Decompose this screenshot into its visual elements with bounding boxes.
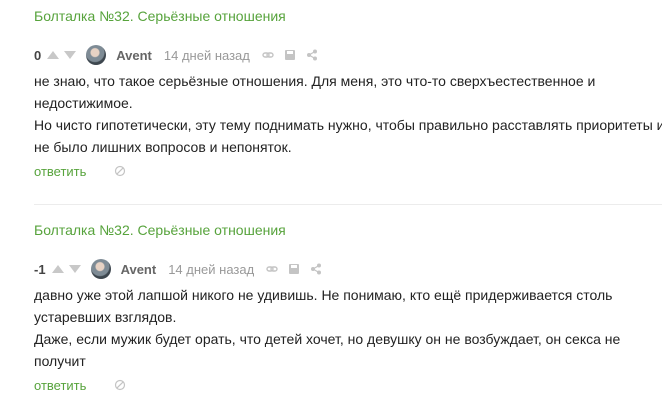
hide-icon[interactable]: [114, 379, 126, 391]
author-name[interactable]: Avent: [121, 262, 157, 277]
avatar[interactable]: [90, 259, 111, 279]
post-title-link[interactable]: Болталка №32. Серьёзные отношения: [34, 222, 286, 238]
author-name[interactable]: Avent: [116, 48, 152, 63]
arrow-up-icon[interactable]: [51, 265, 64, 273]
comment-divider: [34, 204, 662, 205]
comment-line: Но чисто гипотетически, эту тему поднима…: [34, 117, 662, 133]
comment-body: давно уже этой лапшой никого не удивишь.…: [34, 284, 662, 372]
share-icon[interactable]: [310, 263, 322, 275]
reply-button[interactable]: ответить: [34, 164, 86, 179]
comment-meta: 0 Avent 14 дней назад: [34, 45, 328, 65]
post-title-link[interactable]: Болталка №32. Серьёзные отношения: [34, 8, 286, 24]
comment-line: устаревших взглядов.: [34, 309, 177, 325]
arrow-down-icon[interactable]: [64, 51, 77, 59]
comment: Болталка №32. Серьёзные отношения -1 Ave…: [0, 214, 662, 409]
comment-time[interactable]: 14 дней назад: [168, 262, 254, 277]
avatar[interactable]: [86, 45, 107, 65]
link-icon[interactable]: [262, 49, 274, 61]
comment-line: недостижимое.: [34, 95, 133, 111]
comment-body: не знаю, что такое серьёзные отношения. …: [34, 70, 662, 158]
comment-time[interactable]: 14 дней назад: [164, 48, 250, 63]
comment-line: давно уже этой лапшой никого не удивишь.…: [34, 287, 613, 303]
rating-value: 0: [34, 47, 42, 63]
comment-line: получит: [34, 353, 86, 369]
arrow-down-icon[interactable]: [68, 265, 81, 273]
link-icon[interactable]: [266, 263, 278, 275]
save-icon[interactable]: [284, 49, 296, 61]
comment-line: Даже, если мужик будет орать, что детей …: [34, 331, 621, 347]
comment-meta: -1 Avent 14 дней назад: [34, 259, 332, 279]
reply-button[interactable]: ответить: [34, 378, 86, 393]
comment-actions: ответить: [34, 377, 136, 393]
hide-icon[interactable]: [114, 165, 126, 177]
comment-actions: ответить: [34, 163, 136, 179]
share-icon[interactable]: [306, 49, 318, 61]
arrow-up-icon[interactable]: [47, 51, 60, 59]
comment-line: не было лишних вопросов и непоняток.: [34, 139, 292, 155]
comment: Болталка №32. Серьёзные отношения 0 Aven…: [0, 0, 662, 200]
comment-line: не знаю, что такое серьёзные отношения. …: [34, 73, 596, 89]
rating-value: -1: [34, 261, 46, 277]
save-icon[interactable]: [288, 263, 300, 275]
